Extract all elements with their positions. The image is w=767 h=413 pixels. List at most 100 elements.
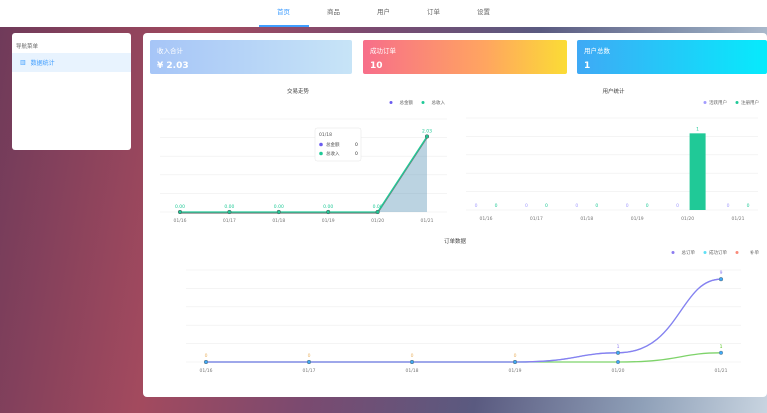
- data-label: 0: [595, 203, 598, 209]
- data-label: 9: [720, 270, 723, 276]
- legend-label: 注册用户: [741, 99, 759, 106]
- data-label: 0: [308, 353, 311, 359]
- data-label: 0: [514, 353, 517, 359]
- data-label: 0: [646, 203, 649, 209]
- data-label: 0.00: [373, 204, 383, 210]
- chart-title: 订单数据: [444, 237, 467, 245]
- data-label: 0: [205, 353, 208, 359]
- user-stats-chart: 用户统计注册用户 活跃用户 01/16 01/17 01/18 01/19 01/20 01/…: [466, 87, 759, 222]
- data-label: 0: [575, 203, 578, 209]
- chart-title: 用户统计: [602, 87, 625, 95]
- sidebar-item-data-stats[interactable]: ▥ 数据统计: [12, 53, 131, 72]
- users-card: 用户总数 1: [577, 40, 767, 74]
- data-label: 0: [411, 353, 414, 359]
- series-line: [205, 278, 722, 363]
- bar: [689, 133, 706, 210]
- x-tick-label: 01/19: [509, 368, 522, 374]
- x-tick-label: 01/19: [322, 218, 335, 224]
- series-line: [205, 352, 722, 363]
- legend-marker: [671, 251, 675, 254]
- data-point: [616, 359, 621, 364]
- data-point: [177, 209, 183, 215]
- x-tick-label: 01/18: [272, 218, 285, 224]
- x-tick-label: 01/19: [631, 216, 644, 222]
- top-nav: 首页 商品 用户 订单 设置: [0, 0, 767, 27]
- data-point: [719, 277, 724, 282]
- data-point: [616, 350, 621, 355]
- legend-marker: [735, 251, 739, 254]
- data-point: [375, 209, 380, 215]
- data-point: [513, 359, 518, 364]
- x-tick-label: 01/16: [200, 368, 213, 374]
- data-label: 0: [495, 203, 498, 209]
- x-tick-label: 01/18: [580, 216, 593, 222]
- sidebar-title: 导航菜单: [16, 44, 39, 50]
- data-label: 0.00: [175, 204, 185, 210]
- data-label: 1: [720, 344, 723, 350]
- data-point: [719, 350, 724, 355]
- legend-marker: [735, 101, 739, 104]
- nav-tab[interactable]: 订单: [409, 0, 459, 27]
- x-tick-label: 01/17: [223, 218, 236, 224]
- data-label: 0: [676, 203, 679, 209]
- card-value: 10: [370, 61, 383, 71]
- series-line: [205, 278, 722, 363]
- data-label: 0.00: [224, 204, 234, 210]
- main-panel: 收入合计 ¥ 2.03 成功订单 10 用户总数 1 交易走势 总收入 总金额 01/16 0…: [143, 33, 767, 397]
- data-point: [204, 359, 209, 364]
- nav-tab[interactable]: 首页: [258, 0, 309, 27]
- x-tick-label: 01/17: [303, 368, 316, 374]
- sidebar-item-label: 数据统计: [30, 60, 55, 67]
- legend-label: 补单: [750, 249, 759, 256]
- order-data-chart: 订单数据补单成功订单总订单01/16 01/17 01/18 01/19 01/20 01…: [186, 237, 759, 374]
- sidebar: 导航菜单 ▥ 数据统计: [12, 33, 131, 150]
- legend-label: 总收入: [432, 99, 446, 106]
- legend-marker: [421, 101, 425, 104]
- nav-tab[interactable]: 商品: [309, 0, 359, 27]
- data-label: 0: [545, 203, 548, 209]
- x-tick-label: 01/16: [174, 218, 187, 224]
- data-label: 0: [475, 203, 478, 209]
- data-point: [326, 209, 331, 215]
- x-tick-label: 01/17: [530, 216, 543, 222]
- tooltip-label: 总金额: [326, 141, 340, 148]
- orders-card: 成功订单 10: [363, 40, 567, 74]
- data-label: 0: [727, 203, 730, 209]
- data-point: [276, 209, 281, 215]
- data-label: 2.03: [422, 128, 432, 134]
- nav-tab[interactable]: 设置: [459, 0, 509, 27]
- chart-icon: ▥: [20, 59, 26, 66]
- tooltip-marker: [319, 151, 323, 156]
- card-title: 收入合计: [157, 47, 183, 55]
- trade-trend-chart: 交易走势总收入总金额01/16 01/17 01/18 01/19 01/20 01/21…: [160, 87, 447, 224]
- data-label: 0: [747, 203, 750, 209]
- card-title: 成功订单: [370, 47, 396, 55]
- x-tick-label: 01/21: [732, 216, 745, 222]
- legend-label: 活跃用户: [709, 99, 727, 106]
- data-label: 0.00: [323, 204, 333, 210]
- legend-marker: [703, 101, 707, 104]
- data-label: 0: [525, 203, 528, 209]
- data-point: [410, 359, 415, 364]
- x-tick-label: 01/21: [421, 218, 434, 224]
- chart-title: 交易走势: [287, 87, 310, 95]
- data-point: [424, 134, 430, 139]
- data-label: 0: [626, 203, 629, 209]
- tooltip-marker: [319, 142, 323, 147]
- card-value: ¥ 2.03: [157, 61, 189, 71]
- nav-tab[interactable]: 用户: [359, 0, 409, 27]
- tooltip-title: 01/18: [319, 132, 332, 138]
- legend-label: 总金额: [400, 99, 414, 106]
- x-tick-label: 01/16: [480, 216, 493, 222]
- x-tick-label: 01/20: [371, 218, 384, 224]
- legend-marker: [703, 251, 707, 254]
- income-card: 收入合计 ¥ 2.03: [150, 40, 352, 74]
- legend-label: 成功订单: [709, 249, 727, 256]
- data-point: [306, 359, 311, 364]
- data-point: [227, 209, 232, 215]
- tooltip-label: 总收入: [326, 150, 340, 157]
- tooltip-value: 0: [355, 151, 358, 157]
- x-tick-label: 01/20: [612, 368, 625, 374]
- data-label: 1: [617, 344, 620, 350]
- tooltip-value: 0: [355, 142, 358, 148]
